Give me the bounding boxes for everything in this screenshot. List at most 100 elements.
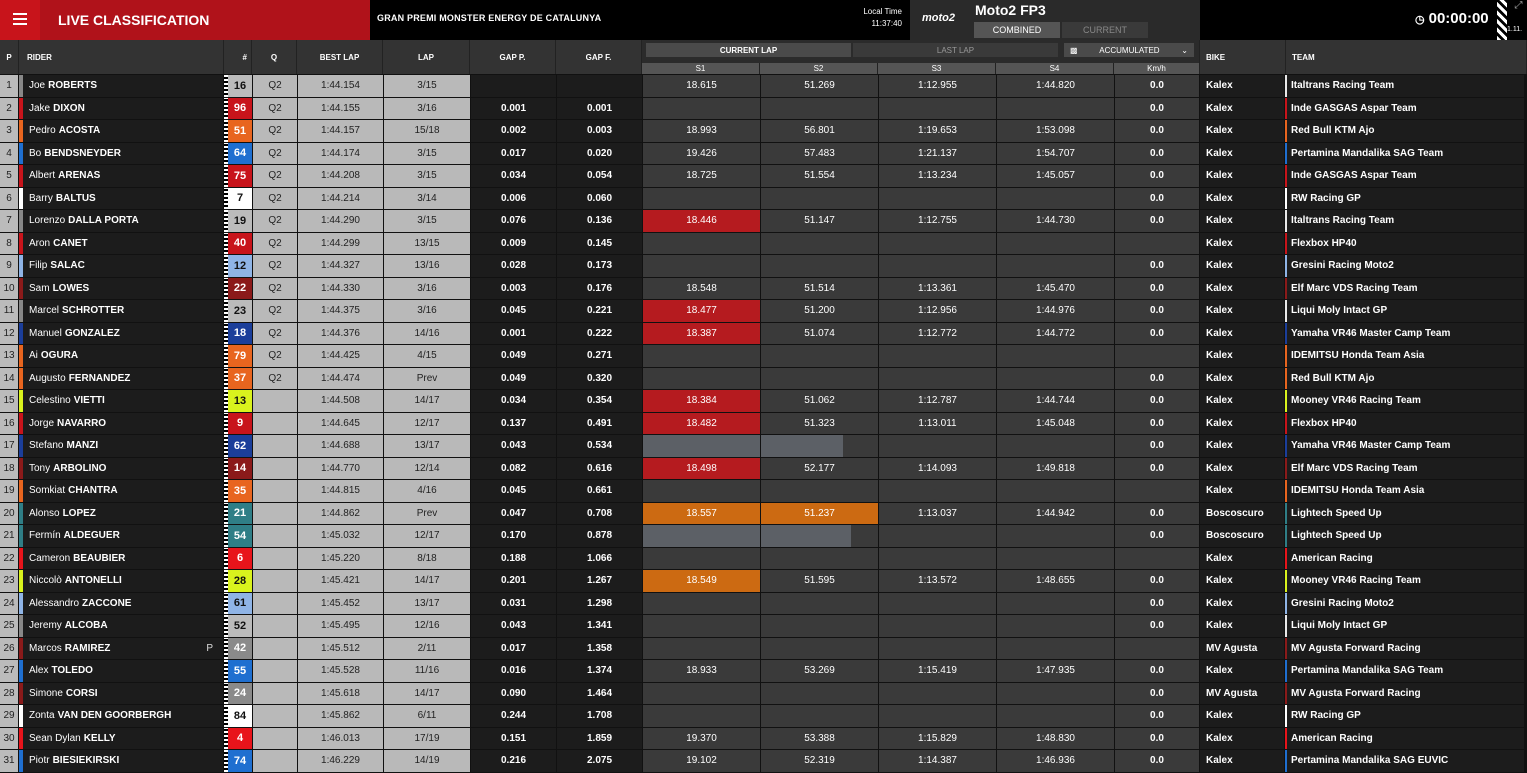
tab-last-lap[interactable]: LAST LAP [853, 43, 1058, 57]
table-row[interactable]: 25 Jeremy ALCOBA 52 1:45.495 12/16 0.043 1.341 0… [0, 615, 1527, 638]
rider-cell[interactable]: Simone CORSI [19, 682, 223, 704]
rider-cell[interactable]: Jorge NAVARRO [19, 412, 223, 434]
table-row[interactable]: 23 Niccolò ANTONELLI 28 1:45.421 14/17 0.201 1.… [0, 570, 1527, 593]
table-row[interactable]: 13 Ai OGURA 79 Q2 1:44.425 4/15 0.049 0.271 Kalex… [0, 345, 1527, 368]
rider-cell[interactable]: Alessandro ZACCONE [19, 592, 223, 614]
table-row[interactable]: 8 Aron CANET 40 Q2 1:44.299 13/15 0.009 0.145 Kal… [0, 232, 1527, 256]
combined-toggle[interactable]: COMBINED [974, 22, 1060, 38]
rider-cell[interactable]: Sam LOWES [19, 277, 223, 299]
gap-first-cell: 1.464 [557, 682, 642, 704]
table-row[interactable]: 24 Alessandro ZACCONE 61 1:45.452 13/17 0.031 1… [0, 592, 1527, 616]
table-row[interactable]: 15 Celestino VIETTI 13 1:44.508 14/17 0.034 0.3… [0, 390, 1527, 413]
table-row[interactable]: 28 Simone CORSI 24 1:45.618 14/17 0.090 1.464 0.… [0, 682, 1527, 706]
rider-cell[interactable]: Celestino VIETTI [19, 390, 223, 412]
rider-cell[interactable]: Jeremy ALCOBA [19, 615, 223, 637]
table-row[interactable]: 11 Marcel SCHROTTER 23 Q2 1:44.375 3/16 0.045 0.… [0, 300, 1527, 323]
table-row[interactable]: 14 Augusto FERNANDEZ 37 Q2 1:44.474 Prev 0.049 0… [0, 367, 1527, 391]
speed-cell: 0.0 [1115, 592, 1199, 614]
rider-cell[interactable]: Joe ROBERTS [19, 75, 223, 97]
menu-button[interactable] [0, 0, 40, 40]
table-row[interactable]: 27 Alex TOLEDO 55 1:45.528 11/16 0.016 1.374 18.… [0, 660, 1527, 683]
sector-s1-cell [643, 255, 760, 277]
sector-s3-cell: 1:13.361 [879, 277, 996, 299]
table-row[interactable]: 6 Barry BALTUS 7 Q2 1:44.214 3/14 0.006 0.060 0.0… [0, 187, 1527, 211]
table-row[interactable]: 19 Somkiat CHANTRA 35 1:44.815 4/16 0.045 0.661… [0, 480, 1527, 503]
table-row[interactable]: 26 Marcos RAMIREZ P 42 1:45.512 2/11 0.017 1.358… [0, 637, 1527, 661]
table-row[interactable]: 3 Pedro ACOSTA 51 Q2 1:44.157 15/18 0.002 0.003 1… [0, 120, 1527, 143]
table-row[interactable]: 21 Fermín ALDEGUER 54 1:45.032 12/17 0.170 0.87… [0, 525, 1527, 548]
rider-cell[interactable]: Aron CANET [19, 232, 223, 254]
rider-cell[interactable]: Manuel GONZALEZ [19, 322, 223, 344]
rider-cell[interactable]: Stefano MANZI [19, 435, 223, 457]
current-toggle[interactable]: CURRENT [1062, 22, 1148, 38]
rider-cell[interactable]: Marcos RAMIREZ P [19, 637, 223, 659]
table-row[interactable]: 7 Lorenzo DALLA PORTA 19 Q2 1:44.290 3/15 0.076… [0, 210, 1527, 233]
tab-current-lap[interactable]: CURRENT LAP [646, 43, 851, 57]
accumulated-select[interactable]: ▩ ACCUMULATED ⌄ [1064, 43, 1194, 57]
rider-cell[interactable]: Filip SALAC [19, 255, 223, 277]
table-row[interactable]: 30 Sean Dylan KELLY 4 1:46.013 17/19 0.151 1.85… [0, 727, 1527, 751]
sector-s3-cell [879, 682, 996, 704]
rider-cell[interactable]: Sean Dylan KELLY [19, 727, 223, 749]
table-row[interactable]: 10 Sam LOWES 22 Q2 1:44.330 3/16 0.003 0.176 18.5… [0, 277, 1527, 301]
rider-cell[interactable]: Piotr BIESIEKIRSKI [19, 750, 223, 772]
sector-time: 51.200 [804, 305, 835, 317]
rider-cell[interactable]: Niccolò ANTONELLI [19, 570, 223, 592]
sector-s3-cell: 1:12.955 [879, 75, 996, 97]
rider-cell[interactable]: Lorenzo DALLA PORTA [19, 210, 223, 232]
position-cell: 12 [0, 322, 18, 344]
table-row[interactable]: 12 Manuel GONZALEZ 18 Q2 1:44.376 14/16 0.001 0.… [0, 322, 1527, 346]
table-row[interactable]: 2 Jake DIXON 96 Q2 1:44.155 3/16 0.001 0.001 0.0 K… [0, 97, 1527, 121]
table-row[interactable]: 22 Cameron BEAUBIER 6 1:45.220 8/18 0.188 1.066… [0, 547, 1527, 571]
rider-cell[interactable]: Marcel SCHROTTER [19, 300, 223, 322]
best-lap-cell: 1:44.154 [298, 75, 383, 97]
table-row[interactable]: 1 Joe ROBERTS 16 Q2 1:44.154 3/15 18.615 51.269 1… [0, 75, 1527, 98]
rider-cell[interactable]: Augusto FERNANDEZ [19, 367, 223, 389]
table-row[interactable]: 9 Filip SALAC 12 Q2 1:44.327 13/16 0.028 0.173 0.… [0, 255, 1527, 278]
rider-cell[interactable]: Pedro ACOSTA [19, 120, 223, 142]
table-row[interactable]: 17 Stefano MANZI 62 1:44.688 13/17 0.043 0.534 0… [0, 435, 1527, 458]
rider-first-name: Sam [29, 282, 50, 294]
sector-s2-cell: 51.269 [761, 75, 878, 97]
gap-previous-cell: 0.031 [471, 592, 556, 614]
speed-cell: 0.0 [1115, 435, 1199, 457]
sector-s1-cell: 18.477 [643, 300, 760, 322]
rider-cell[interactable]: Cameron BEAUBIER [19, 547, 223, 569]
table-row[interactable]: 20 Alonso LOPEZ 21 1:44.862 Prev 0.047 0.708 18.… [0, 502, 1527, 526]
table-row[interactable]: 16 Jorge NAVARRO 9 1:44.645 12/17 0.137 0.491 18… [0, 412, 1527, 436]
rider-last-name: DIXON [53, 102, 85, 114]
rider-cell[interactable]: Bo BENDSNEYDER [19, 142, 223, 164]
table-row[interactable]: 4 Bo BENDSNEYDER 64 Q2 1:44.174 3/15 0.017 0.020… [0, 142, 1527, 166]
rider-cell[interactable]: Somkiat CHANTRA [19, 480, 223, 502]
qualifying-cell: Q2 [253, 232, 297, 254]
rider-cell[interactable]: Albert ARENAS [19, 165, 223, 187]
sector-s3-cell [879, 480, 996, 502]
best-lap-cell: 1:45.862 [298, 705, 383, 727]
local-time-label: Local Time [863, 7, 902, 16]
rider-first-name: Tony [29, 462, 51, 474]
team-name: Red Bull KTM Ajo [1291, 125, 1375, 137]
rider-cell[interactable]: Alex TOLEDO [19, 660, 223, 682]
rider-cell[interactable]: Tony ARBOLINO [19, 457, 223, 479]
gap-previous-cell: 0.001 [471, 97, 556, 119]
position-cell: 18 [0, 457, 18, 479]
position-cell: 3 [0, 120, 18, 142]
fullscreen-icon[interactable]: ⤢ [1510, 0, 1527, 40]
table-row[interactable]: 31 Piotr BIESIEKIRSKI 74 1:46.229 14/19 0.216 2… [0, 750, 1527, 773]
rider-cell[interactable]: Ai OGURA [19, 345, 223, 367]
sector-time: 51.237 [804, 507, 835, 519]
sector-time: 19.370 [686, 732, 717, 744]
team-name: IDEMITSU Honda Team Asia [1291, 350, 1425, 362]
rider-cell[interactable]: Zonta VAN DEN GOORBERGH [19, 705, 223, 727]
table-row[interactable]: 5 Albert ARENAS 75 Q2 1:44.208 3/15 0.034 0.054 1… [0, 165, 1527, 188]
lap-cell: 3/15 [384, 142, 470, 164]
rider-cell[interactable]: Jake DIXON [19, 97, 223, 119]
table-row[interactable]: 18 Tony ARBOLINO 14 1:44.770 12/14 0.082 0.616 1… [0, 457, 1527, 481]
rider-cell[interactable]: Barry BALTUS [19, 187, 223, 209]
rider-first-name: Ai [29, 350, 38, 362]
table-row[interactable]: 29 Zonta VAN DEN GOORBERGH 84 1:45.862 6/11 0.… [0, 705, 1527, 728]
rider-cell[interactable]: Alonso LOPEZ [19, 502, 223, 524]
sector-s4-cell: 1:45.057 [997, 165, 1114, 187]
rider-cell[interactable]: Fermín ALDEGUER [19, 525, 223, 547]
team-color-stripe [1285, 345, 1287, 367]
